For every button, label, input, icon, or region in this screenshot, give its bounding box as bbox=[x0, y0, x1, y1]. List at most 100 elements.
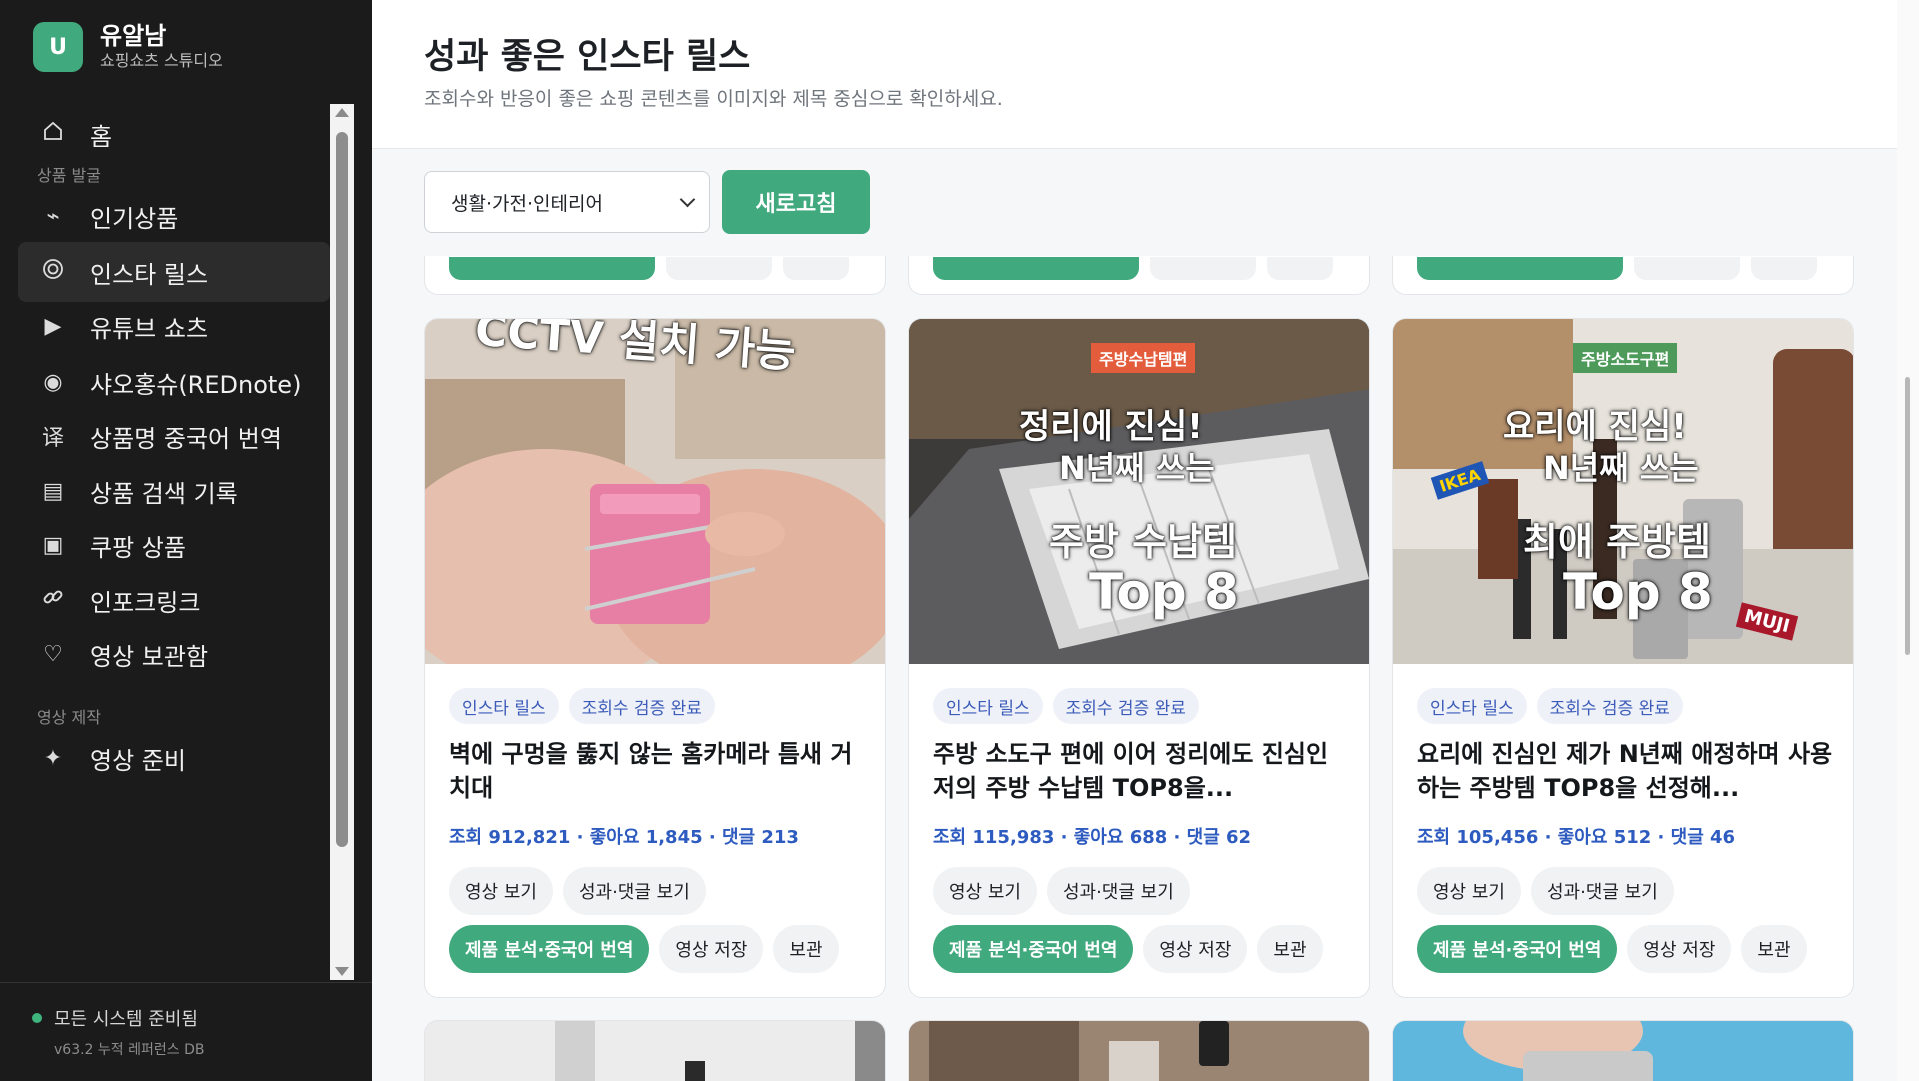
sidebar-item-home[interactable]: 홈 bbox=[18, 104, 330, 164]
scroll-up-arrow-icon[interactable] bbox=[335, 108, 349, 117]
archive-button[interactable]: 보관 bbox=[1741, 925, 1807, 973]
archive-button-partial[interactable] bbox=[1751, 257, 1817, 280]
archive-button-partial[interactable] bbox=[1267, 257, 1333, 280]
sidebar-item-video-prep[interactable]: ✦ 영상 준비 bbox=[18, 728, 330, 788]
translate-icon: 译 bbox=[41, 426, 64, 451]
sidebar-item-label: 인스타 릴스 bbox=[90, 260, 209, 289]
thumbnail-line: N년째 쓰는 bbox=[1543, 449, 1699, 487]
watch-video-button[interactable]: 영상 보기 bbox=[449, 867, 553, 915]
sparkle-icon: ✦ bbox=[43, 745, 63, 771]
reel-thumbnail[interactable]: 주방수납템편 정리에 진심! N년째 쓰는 주방 수납템 Top 8 bbox=[909, 319, 1369, 664]
thumbnail-line: 요리에 진심! bbox=[1503, 407, 1687, 447]
reel-thumbnail[interactable]: CCTV 설치 가능 bbox=[425, 319, 885, 664]
status-text: 모든 시스템 준비됨 bbox=[54, 1009, 198, 1030]
save-button-partial[interactable] bbox=[1150, 257, 1256, 280]
sidebar-item-label: 상품명 중국어 번역 bbox=[90, 424, 282, 453]
view-performance-button[interactable]: 성과·댓글 보기 bbox=[562, 867, 706, 915]
thumbnail-line: Top 8 bbox=[1089, 563, 1239, 621]
analyze-translate-button[interactable]: 제품 분석·중국어 번역 bbox=[933, 925, 1134, 973]
trend-icon: ⌁ bbox=[46, 203, 60, 229]
save-button-partial[interactable] bbox=[666, 257, 772, 280]
sidebar-item-label: 영상 보관함 bbox=[90, 642, 209, 671]
chip-source: 인스타 릴스 bbox=[933, 688, 1043, 724]
tag-chips: 인스타 릴스 조회수 검증 완료 bbox=[1417, 688, 1693, 724]
watch-video-button[interactable]: 영상 보기 bbox=[933, 867, 1037, 915]
sidebar-item-infolink[interactable]: 인포크링크 bbox=[18, 570, 330, 630]
category-select-value: 생활·가전·인테리어 bbox=[451, 192, 603, 215]
card-stats: 조회 912,821 · 좋아요 1,845 · 댓글 213 bbox=[449, 827, 799, 848]
thumbnail-tag: 주방수납템편 bbox=[1091, 343, 1196, 373]
sidebar-footer: 모든 시스템 준비됨 v63.2 누적 레퍼런스 DB bbox=[0, 982, 372, 1081]
tag-chips: 인스타 릴스 조회수 검증 완료 bbox=[933, 688, 1209, 724]
thumbnail-line: 최애 주방템 bbox=[1523, 520, 1712, 564]
home-icon bbox=[40, 121, 66, 147]
analyze-translate-button[interactable]: 제품 분석·중국어 번역 bbox=[1417, 925, 1618, 973]
archive-button[interactable]: 보관 bbox=[773, 925, 839, 973]
view-performance-button[interactable]: 성과·댓글 보기 bbox=[1046, 867, 1190, 915]
save-video-button[interactable]: 영상 저장 bbox=[1627, 925, 1732, 973]
instagram-icon bbox=[40, 258, 66, 286]
reel-card-next[interactable] bbox=[1392, 1020, 1854, 1081]
sidebar-item-translate[interactable]: 译 상품명 중국어 번역 bbox=[18, 406, 330, 466]
card-stats: 조회 115,983 · 좋아요 688 · 댓글 62 bbox=[933, 827, 1252, 848]
reel-card: 주방소도구편 요리에 진심! N년째 쓰는 최애 주방템 Top 8 IKEA … bbox=[1392, 318, 1854, 998]
reel-card-next[interactable] bbox=[424, 1020, 886, 1081]
heart-icon: ♡ bbox=[43, 641, 63, 667]
page-scrollbar[interactable] bbox=[1897, 0, 1919, 1081]
status-dot-icon bbox=[32, 1013, 42, 1023]
sidebar-scroll-thumb[interactable] bbox=[336, 132, 348, 847]
sidebar: U 유알남 쇼핑쇼츠 스튜디오 홈 상품 발굴 ⌁ 인기상품 인스타 릴스 ▶ … bbox=[0, 0, 372, 1081]
archive-button-partial[interactable] bbox=[783, 257, 849, 280]
filter-toolbar: 생활·가전·인테리어 새로고침 bbox=[424, 170, 870, 234]
thumbnail-line: 주방 수납템 bbox=[1049, 520, 1238, 564]
thumbnail-line: N년째 쓰는 bbox=[1059, 449, 1215, 487]
sidebar-item-label: 인포크링크 bbox=[90, 588, 201, 617]
sidebar-item-rednote[interactable]: ◉ 샤오홍슈(REDnote) bbox=[18, 352, 330, 412]
reel-thumbnail[interactable]: 주방소도구편 요리에 진심! N년째 쓰는 최애 주방템 Top 8 IKEA … bbox=[1393, 319, 1853, 664]
card-stats: 조회 105,456 · 좋아요 512 · 댓글 46 bbox=[1417, 827, 1736, 848]
sidebar-item-insta-reels[interactable]: 인스타 릴스 bbox=[18, 242, 330, 302]
sidebar-item-label: 인기상품 bbox=[90, 204, 179, 233]
box-icon: ▣ bbox=[42, 532, 64, 558]
sidebar-item-label: 홈 bbox=[90, 122, 113, 151]
analyze-button-partial[interactable] bbox=[1417, 257, 1623, 280]
brand[interactable]: U 유알남 쇼핑쇼츠 스튜디오 bbox=[33, 22, 223, 72]
thumbnail-line: Top 8 bbox=[1563, 563, 1713, 621]
category-select[interactable]: 생활·가전·인테리어 bbox=[424, 171, 710, 233]
reel-card: CCTV 설치 가능 인스타 릴스 조회수 검증 완료 벽에 구멍을 뚫지 않는… bbox=[424, 318, 886, 998]
sidebar-item-search-history[interactable]: ▤ 상품 검색 기록 bbox=[18, 461, 330, 521]
save-video-button[interactable]: 영상 저장 bbox=[1143, 925, 1248, 973]
card-title[interactable]: 주방 소도구 편에 이어 정리에도 진심인 저의 주방 수납템 TOP8을... bbox=[933, 737, 1353, 805]
sidebar-item-popular[interactable]: ⌁ 인기상품 bbox=[18, 186, 330, 246]
card-title[interactable]: 요리에 진심인 제가 N년째 애정하며 사용하는 주방템 TOP8을 선정해..… bbox=[1417, 737, 1837, 805]
brand-logo: U bbox=[33, 22, 83, 72]
sidebar-item-video-archive[interactable]: ♡ 영상 보관함 bbox=[18, 624, 330, 684]
sidebar-item-label: 영상 준비 bbox=[90, 746, 186, 775]
save-video-button[interactable]: 영상 저장 bbox=[659, 925, 764, 973]
sidebar-item-coupang[interactable]: ▣ 쿠팡 상품 bbox=[18, 515, 330, 575]
refresh-button[interactable]: 새로고침 bbox=[722, 170, 870, 234]
page-title: 성과 좋은 인스타 릴스 bbox=[424, 37, 751, 77]
view-performance-button[interactable]: 성과·댓글 보기 bbox=[1530, 867, 1674, 915]
record-icon: ◉ bbox=[43, 369, 63, 395]
sidebar-item-youtube-shorts[interactable]: ▶ 유튜브 쇼츠 bbox=[18, 296, 330, 356]
card-title[interactable]: 벽에 구멍을 뚫지 않는 홈카메라 틈새 거치대 bbox=[449, 737, 869, 805]
sidebar-nav: 홈 상품 발굴 ⌁ 인기상품 인스타 릴스 ▶ 유튜브 쇼츠 ◉ 샤오홍슈(RE… bbox=[0, 104, 330, 980]
chip-verified: 조회수 검증 완료 bbox=[568, 688, 715, 724]
save-button-partial[interactable] bbox=[1634, 257, 1740, 280]
chip-verified: 조회수 검증 완료 bbox=[1052, 688, 1199, 724]
analyze-button-partial[interactable] bbox=[449, 257, 655, 280]
analyze-translate-button[interactable]: 제품 분석·중국어 번역 bbox=[449, 925, 650, 973]
reel-card: 주방수납템편 정리에 진심! N년째 쓰는 주방 수납템 Top 8 인스타 릴… bbox=[908, 318, 1370, 998]
analyze-button-partial[interactable] bbox=[933, 257, 1139, 280]
chip-source: 인스타 릴스 bbox=[449, 688, 559, 724]
page-scroll-thumb[interactable] bbox=[1905, 377, 1910, 655]
chip-source: 인스타 릴스 bbox=[1417, 688, 1527, 724]
reel-card-next[interactable] bbox=[908, 1020, 1370, 1081]
list-icon: ▤ bbox=[42, 478, 64, 504]
watch-video-button[interactable]: 영상 보기 bbox=[1417, 867, 1521, 915]
archive-button[interactable]: 보관 bbox=[1257, 925, 1323, 973]
scroll-down-arrow-icon[interactable] bbox=[335, 967, 349, 976]
chevron-down-icon bbox=[679, 191, 696, 208]
sidebar-scrollbar[interactable] bbox=[330, 104, 354, 980]
